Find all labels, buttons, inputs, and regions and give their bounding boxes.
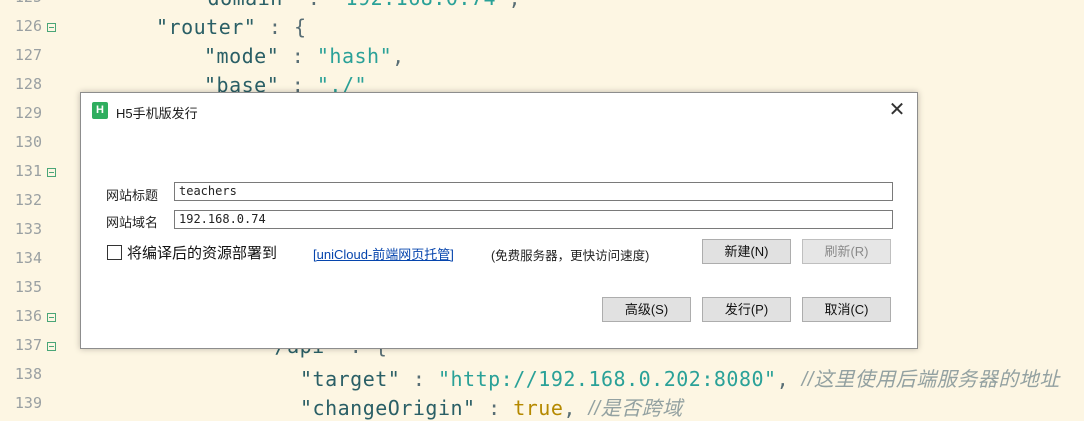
line-number: 132 [14, 191, 42, 209]
refresh-button[interactable]: 刷新(R) [802, 239, 891, 264]
code-text: "changeOrigin" : true, //是否跨域 [300, 392, 683, 421]
code-token: , [563, 396, 589, 420]
advanced-button[interactable]: 高级(S) [602, 297, 691, 322]
code-token: : [279, 44, 317, 68]
line-number: 133 [14, 220, 42, 238]
code-token: "mode" [204, 44, 280, 68]
line-number: 131 [14, 162, 42, 180]
line-number: 125 [6, 0, 42, 6]
site-domain-label: 网站域名 [106, 215, 159, 230]
code-token: "192.168.0.74" [333, 0, 509, 10]
code-token: "hash" [316, 44, 393, 68]
h5-publish-dialog: H H5手机版发行 ✕ 网站标题 teachers 网站域名 192.168.0… [80, 92, 918, 349]
code-token: //这里使用后端服务器的地址 [801, 369, 1060, 391]
fold-toggle-icon[interactable] [47, 23, 56, 32]
code-token: : [295, 0, 333, 10]
code-line[interactable]: 139 "changeOrigin" : true, //是否跨域 [0, 390, 1084, 421]
code-line[interactable]: 138 "target" : "http://192.168.0.202:8080… [0, 361, 1084, 392]
code-token: //是否跨域 [588, 398, 683, 420]
code-token: "router" [156, 15, 257, 39]
code-token: "target" [300, 367, 401, 391]
line-number: 130 [14, 133, 42, 151]
site-domain-input[interactable]: 192.168.0.74 [174, 210, 893, 229]
deploy-checkbox-label[interactable]: 将编译后的资源部署到 [127, 242, 277, 263]
code-token: "domain" [195, 0, 295, 10]
code-token: "http://192.168.0.202:8080" [437, 367, 777, 391]
hbuilder-app-icon: H [92, 102, 108, 119]
code-token: : [475, 396, 514, 420]
line-number: 137 [14, 336, 42, 354]
line-number: 135 [14, 278, 42, 296]
line-number: 128 [14, 75, 42, 93]
line-number: 138 [14, 365, 42, 383]
line-number: 129 [14, 104, 42, 122]
line-number: 136 [14, 307, 42, 325]
site-title-input[interactable]: teachers [174, 182, 893, 201]
code-token: , [776, 367, 802, 391]
line-number: 127 [14, 46, 42, 64]
code-token: , [509, 0, 522, 10]
code-line[interactable]: 126 "router" : { [0, 13, 1084, 42]
code-text: "mode" : "hash", [204, 44, 405, 68]
line-number: 134 [14, 249, 42, 267]
code-token: "changeOrigin" [300, 396, 476, 420]
code-line[interactable]: 125 "domain" : "192.168.0.74", [0, 0, 1084, 13]
new-button[interactable]: 新建(N) [702, 239, 791, 264]
dialog-titlebar: H H5手机版发行 ✕ [81, 93, 917, 129]
code-line[interactable]: 127 "mode" : "hash", [0, 42, 1084, 71]
publish-button[interactable]: 发行(P) [702, 297, 791, 322]
cancel-button[interactable]: 取消(C) [802, 297, 891, 322]
code-token: , [392, 44, 405, 68]
code-text: "domain" : "192.168.0.74", [195, 0, 521, 10]
code-token: true [513, 396, 564, 420]
fold-toggle-icon[interactable] [47, 342, 56, 351]
fold-toggle-icon[interactable] [47, 168, 56, 177]
fold-toggle-icon[interactable] [47, 313, 56, 322]
line-number: 139 [14, 394, 42, 412]
code-text: "router" : { [156, 15, 307, 39]
deploy-checkbox[interactable] [107, 245, 122, 260]
code-token: : { [256, 15, 307, 39]
site-title-label: 网站标题 [106, 188, 159, 203]
dialog-title: H5手机版发行 [116, 106, 198, 121]
code-token: : [400, 367, 438, 391]
deploy-note: (免费服务器，更快访问速度) [491, 249, 650, 263]
code-text: "target" : "http://192.168.0.202:8080", … [300, 363, 1060, 392]
line-number: 126 [14, 17, 42, 35]
close-icon[interactable]: ✕ [885, 99, 909, 123]
unicloud-hosting-link[interactable]: [uniCloud-前端网页托管] [313, 244, 454, 263]
